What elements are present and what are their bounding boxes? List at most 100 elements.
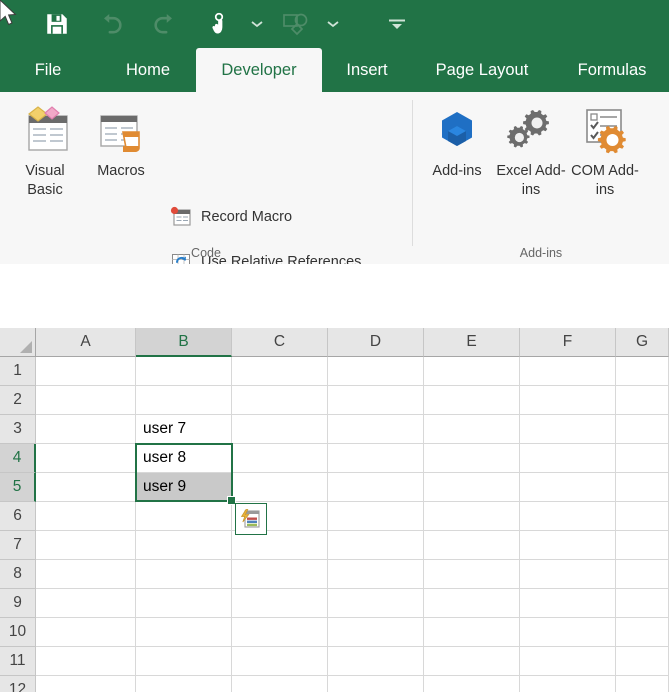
cell-A10[interactable] [36, 618, 136, 647]
cell-B6[interactable] [136, 502, 232, 531]
cell-G2[interactable] [616, 386, 669, 415]
cell-C11[interactable] [232, 647, 328, 676]
cell-E12[interactable] [424, 676, 520, 692]
cell-B12[interactable] [136, 676, 232, 692]
customize-qat-button[interactable] [370, 2, 424, 46]
cell-D6[interactable] [328, 502, 424, 531]
cell-D1[interactable] [328, 357, 424, 386]
cell-D7[interactable] [328, 531, 424, 560]
excel-add-ins-button[interactable]: Excel Add-ins [492, 100, 570, 200]
cell-G1[interactable] [616, 357, 669, 386]
save-button[interactable] [30, 2, 84, 46]
row-header-11[interactable]: 11 [0, 647, 36, 676]
cell-G10[interactable] [616, 618, 669, 647]
row-header-6[interactable]: 6 [0, 502, 36, 531]
touch-mode-dropdown[interactable] [246, 2, 268, 46]
row-header-10[interactable]: 10 [0, 618, 36, 647]
cell-A1[interactable] [36, 357, 136, 386]
select-all-button[interactable] [0, 328, 36, 357]
cell-A8[interactable] [36, 560, 136, 589]
cell-C8[interactable] [232, 560, 328, 589]
cell-G7[interactable] [616, 531, 669, 560]
cell-B10[interactable] [136, 618, 232, 647]
cell-F10[interactable] [520, 618, 616, 647]
cell-G4[interactable] [616, 444, 669, 473]
cell-D10[interactable] [328, 618, 424, 647]
cell-E8[interactable] [424, 560, 520, 589]
cell-D12[interactable] [328, 676, 424, 692]
cell-A5[interactable] [36, 473, 136, 502]
cell-F7[interactable] [520, 531, 616, 560]
cell-C4[interactable] [232, 444, 328, 473]
cell-F12[interactable] [520, 676, 616, 692]
cell-F9[interactable] [520, 589, 616, 618]
tab-home[interactable]: Home [104, 48, 192, 92]
tab-page-layout[interactable]: Page Layout [414, 48, 550, 92]
shapes-dropdown[interactable] [322, 2, 344, 46]
cell-A4[interactable] [36, 444, 136, 473]
row-header-12[interactable]: 12 [0, 676, 36, 692]
row-header-2[interactable]: 2 [0, 386, 36, 415]
cell-B9[interactable] [136, 589, 232, 618]
cell-D5[interactable] [328, 473, 424, 502]
cell-G12[interactable] [616, 676, 669, 692]
cell-A11[interactable] [36, 647, 136, 676]
cell-G9[interactable] [616, 589, 669, 618]
row-header-1[interactable]: 1 [0, 357, 36, 386]
cell-D11[interactable] [328, 647, 424, 676]
cell-E7[interactable] [424, 531, 520, 560]
shapes-button[interactable] [268, 2, 322, 46]
cell-A2[interactable] [36, 386, 136, 415]
column-header-a[interactable]: A [36, 328, 136, 357]
macros-button[interactable]: Macros [82, 100, 160, 181]
cell-F2[interactable] [520, 386, 616, 415]
column-header-d[interactable]: D [328, 328, 424, 357]
row-header-5[interactable]: 5 [0, 473, 36, 502]
cell-b3[interactable]: user 7 [136, 415, 232, 444]
cell-D9[interactable] [328, 589, 424, 618]
cell-B2[interactable] [136, 386, 232, 415]
cell-C3[interactable] [232, 415, 328, 444]
cell-C2[interactable] [232, 386, 328, 415]
row-header-7[interactable]: 7 [0, 531, 36, 560]
cell-E11[interactable] [424, 647, 520, 676]
cell-E3[interactable] [424, 415, 520, 444]
cell-C10[interactable] [232, 618, 328, 647]
redo-button[interactable] [138, 2, 192, 46]
column-header-b[interactable]: B [136, 328, 232, 357]
cell-A7[interactable] [36, 531, 136, 560]
cell-D3[interactable] [328, 415, 424, 444]
cell-G3[interactable] [616, 415, 669, 444]
cell-D8[interactable] [328, 560, 424, 589]
cell-B11[interactable] [136, 647, 232, 676]
cell-B1[interactable] [136, 357, 232, 386]
column-header-c[interactable]: C [232, 328, 328, 357]
cell-C12[interactable] [232, 676, 328, 692]
cell-A9[interactable] [36, 589, 136, 618]
cell-A6[interactable] [36, 502, 136, 531]
tab-insert[interactable]: Insert [330, 48, 404, 92]
cell-D4[interactable] [328, 444, 424, 473]
column-header-g[interactable]: G [616, 328, 669, 357]
cell-b4[interactable]: user 8 [136, 444, 232, 473]
cell-b5[interactable]: user 9 [136, 473, 232, 502]
cell-G5[interactable] [616, 473, 669, 502]
cell-G11[interactable] [616, 647, 669, 676]
cell-F1[interactable] [520, 357, 616, 386]
column-header-f[interactable]: F [520, 328, 616, 357]
cell-E6[interactable] [424, 502, 520, 531]
cell-E2[interactable] [424, 386, 520, 415]
cell-A12[interactable] [36, 676, 136, 692]
paste-options-button[interactable] [235, 503, 267, 535]
cell-E4[interactable] [424, 444, 520, 473]
cell-E1[interactable] [424, 357, 520, 386]
cell-F3[interactable] [520, 415, 616, 444]
cell-E5[interactable] [424, 473, 520, 502]
undo-button[interactable] [84, 2, 138, 46]
add-ins-button[interactable]: Add-ins [418, 100, 496, 181]
cell-F8[interactable] [520, 560, 616, 589]
cell-F11[interactable] [520, 647, 616, 676]
tab-developer[interactable]: Developer [196, 48, 322, 92]
cell-C9[interactable] [232, 589, 328, 618]
cell-E10[interactable] [424, 618, 520, 647]
